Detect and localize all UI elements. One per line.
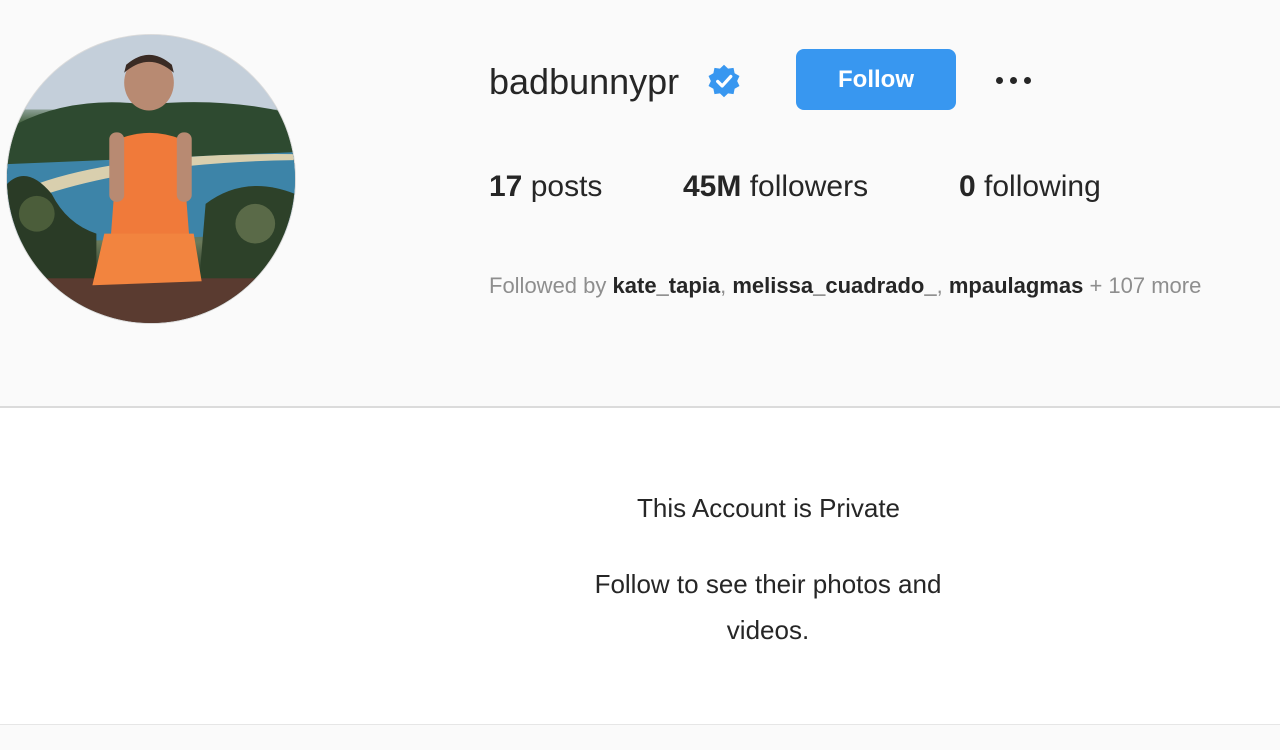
followed-by-user[interactable]: kate_tapia <box>613 273 721 298</box>
footer-band <box>0 725 1280 750</box>
more-dot <box>995 76 1003 84</box>
following-number: 0 <box>959 170 976 203</box>
more-options-icon[interactable] <box>988 62 1038 98</box>
followed-by-separator: , <box>720 273 733 298</box>
profile-page: badbunnypr Follow 17 posts 45M followers <box>0 0 1280 750</box>
followed-by[interactable]: Followed by kate_tapia, melissa_cuadrado… <box>489 273 1201 299</box>
followed-by-user[interactable]: mpaulagmas <box>949 273 1084 298</box>
profile-avatar[interactable] <box>6 34 296 324</box>
private-subtitle: Follow to see their photos and videos. <box>594 569 942 645</box>
private-account-notice: This Account is Private Follow to see th… <box>0 408 1280 724</box>
followed-by-more[interactable]: + 107 more <box>1083 273 1201 298</box>
followers-label: followers <box>749 170 869 203</box>
posts-label: posts <box>530 170 603 203</box>
verified-badge-icon <box>706 63 742 99</box>
posts-count[interactable]: 17 posts <box>489 170 602 204</box>
followers-number: 45M <box>683 170 742 203</box>
follow-button[interactable]: Follow <box>796 49 956 110</box>
more-dot <box>1023 76 1031 84</box>
followed-by-prefix: Followed by <box>489 273 613 298</box>
following-label: following <box>984 170 1101 203</box>
profile-header: badbunnypr Follow 17 posts 45M followers <box>0 0 1280 407</box>
private-title: This Account is Private <box>637 493 900 523</box>
followed-by-separator: , <box>936 273 949 298</box>
more-dot <box>1009 76 1017 84</box>
followers-count[interactable]: 45M followers <box>683 170 868 204</box>
profile-username: badbunnypr <box>489 61 680 102</box>
avatar-photo <box>7 35 295 323</box>
posts-number: 17 <box>489 170 523 203</box>
followed-by-user[interactable]: melissa_cuadrado_ <box>732 273 936 298</box>
following-count[interactable]: 0 following <box>959 170 1101 204</box>
